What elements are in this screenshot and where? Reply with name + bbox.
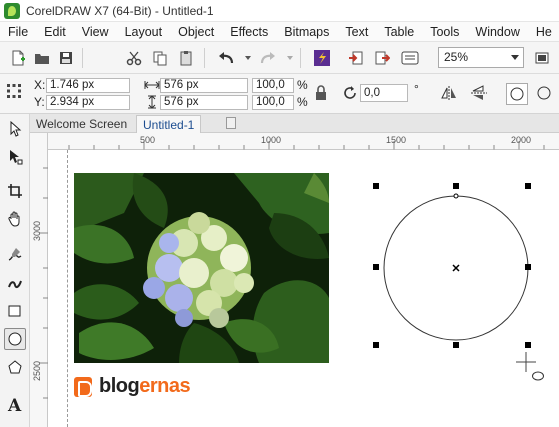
vertical-ruler[interactable]: 3000 2500 [30, 133, 48, 427]
menu-file[interactable]: File [0, 25, 36, 39]
ruler-label-1500: 1500 [386, 135, 407, 145]
document-tab-bar: Welcome Screen Untitled-1 [30, 114, 559, 133]
pan-tool-icon[interactable] [4, 208, 26, 230]
x-label: X: [34, 78, 46, 92]
property-bar: X: 1.746 px Y: 2.934 px 576 px 576 px 10… [0, 74, 559, 114]
ellipse-node[interactable] [453, 193, 459, 199]
toolbox: A [0, 114, 30, 427]
handle-bottom-right[interactable] [525, 342, 531, 348]
pick-tool-icon[interactable] [4, 118, 26, 140]
scale-x-percent: % [297, 78, 308, 92]
cut-icon[interactable] [124, 48, 144, 68]
selection-handles [373, 183, 531, 348]
tab-welcome-screen[interactable]: Welcome Screen [30, 115, 133, 133]
new-tab-icon[interactable] [226, 117, 236, 129]
undo-dropdown-icon[interactable] [238, 48, 258, 68]
scale-y-percent: % [297, 95, 308, 109]
y-label: Y: [34, 95, 45, 109]
handle-middle-right[interactable] [525, 264, 531, 270]
paste-icon[interactable] [176, 48, 196, 68]
mirror-vertical-icon[interactable] [470, 85, 488, 104]
width-icon [144, 79, 160, 94]
menu-bar: File Edit View Layout Object Effects Bit… [0, 22, 559, 42]
ruler-label-500: 500 [140, 135, 156, 145]
ruler-label-3000: 3000 [32, 220, 42, 241]
mirror-horizontal-icon[interactable] [440, 85, 458, 104]
handle-top-center[interactable] [453, 183, 459, 189]
title-bar: CorelDRAW X7 (64-Bit) - Untitled-1 [0, 0, 559, 22]
y-position-field[interactable]: 2.934 px [46, 95, 130, 110]
open-icon[interactable] [32, 48, 52, 68]
menu-table[interactable]: Table [376, 25, 422, 39]
chevron-down-icon [511, 55, 519, 60]
pie-mode-icon[interactable] [536, 85, 552, 104]
standard-toolbar: 25% [0, 42, 559, 74]
window-title: CorelDRAW X7 (64-Bit) - Untitled-1 [26, 3, 214, 18]
rotation-angle-field[interactable]: 0,0 [360, 84, 408, 102]
publish-pdf-icon[interactable] [400, 48, 420, 68]
copy-icon[interactable] [150, 48, 170, 68]
menu-effects[interactable]: Effects [222, 25, 276, 39]
menu-text[interactable]: Text [337, 25, 376, 39]
ruler-label-1000: 1000 [261, 135, 282, 145]
toolbar-separator [204, 48, 205, 68]
menu-bitmaps[interactable]: Bitmaps [276, 25, 337, 39]
height-icon [146, 95, 158, 112]
center-marker-icon [452, 264, 460, 272]
freehand-tool-icon[interactable] [4, 244, 26, 266]
tab-untitled-1[interactable]: Untitled-1 [136, 115, 202, 133]
full-screen-icon[interactable] [532, 48, 552, 68]
polygon-tool-icon[interactable] [4, 356, 26, 378]
import-icon[interactable] [346, 48, 366, 68]
lock-ratio-icon[interactable] [314, 85, 328, 104]
scale-x-field[interactable]: 100,0 [252, 78, 294, 93]
toolbar-separator [82, 48, 83, 68]
menu-tools[interactable]: Tools [422, 25, 467, 39]
ellipse-mode-icon[interactable] [506, 83, 528, 105]
ruler-label-2500: 2500 [32, 360, 42, 381]
crop-tool-icon[interactable] [4, 180, 26, 202]
object-origin-icon[interactable] [6, 83, 22, 102]
x-position-field[interactable]: 1.746 px [46, 78, 130, 93]
handle-bottom-left[interactable] [373, 342, 379, 348]
handle-top-left[interactable] [373, 183, 379, 189]
corel-connect-icon[interactable] [312, 48, 332, 68]
ellipse-tool-icon[interactable] [4, 328, 26, 350]
scale-y-field[interactable]: 100,0 [252, 95, 294, 110]
svg-text:A: A [7, 396, 22, 414]
export-icon[interactable] [372, 48, 392, 68]
redo-dropdown-icon[interactable] [280, 48, 300, 68]
ellipse-cursor-icon [516, 352, 544, 381]
handle-bottom-center[interactable] [453, 342, 459, 348]
menu-window[interactable]: Window [467, 25, 527, 39]
text-tool-icon[interactable]: A [4, 394, 26, 416]
drawing-canvas[interactable]: blogernas [48, 150, 559, 427]
shape-tool-icon[interactable] [4, 146, 26, 168]
menu-view[interactable]: View [74, 25, 117, 39]
handle-middle-left[interactable] [373, 264, 379, 270]
menu-edit[interactable]: Edit [36, 25, 74, 39]
handle-top-right[interactable] [525, 183, 531, 189]
horizontal-ruler[interactable]: 500 1000 1500 2000 [48, 133, 559, 150]
menu-help[interactable]: He [528, 25, 559, 39]
menu-object[interactable]: Object [170, 25, 222, 39]
toolbar-separator [300, 48, 301, 68]
zoom-level-value: 25% [444, 50, 469, 64]
object-height-field[interactable]: 576 px [160, 95, 248, 110]
rotation-icon [342, 85, 358, 104]
zoom-level-select[interactable]: 25% [438, 47, 524, 68]
redo-icon[interactable] [258, 48, 278, 68]
degree-symbol: ° [414, 82, 419, 96]
object-width-field[interactable]: 576 px [160, 78, 248, 93]
ruler-label-2000: 2000 [511, 135, 532, 145]
new-document-icon[interactable] [8, 48, 28, 68]
rectangle-tool-icon[interactable] [4, 300, 26, 322]
save-icon[interactable] [56, 48, 76, 68]
menu-layout[interactable]: Layout [117, 25, 171, 39]
coreldraw-app-icon [4, 2, 20, 19]
artistic-media-icon[interactable] [4, 272, 26, 294]
undo-icon[interactable] [216, 48, 236, 68]
